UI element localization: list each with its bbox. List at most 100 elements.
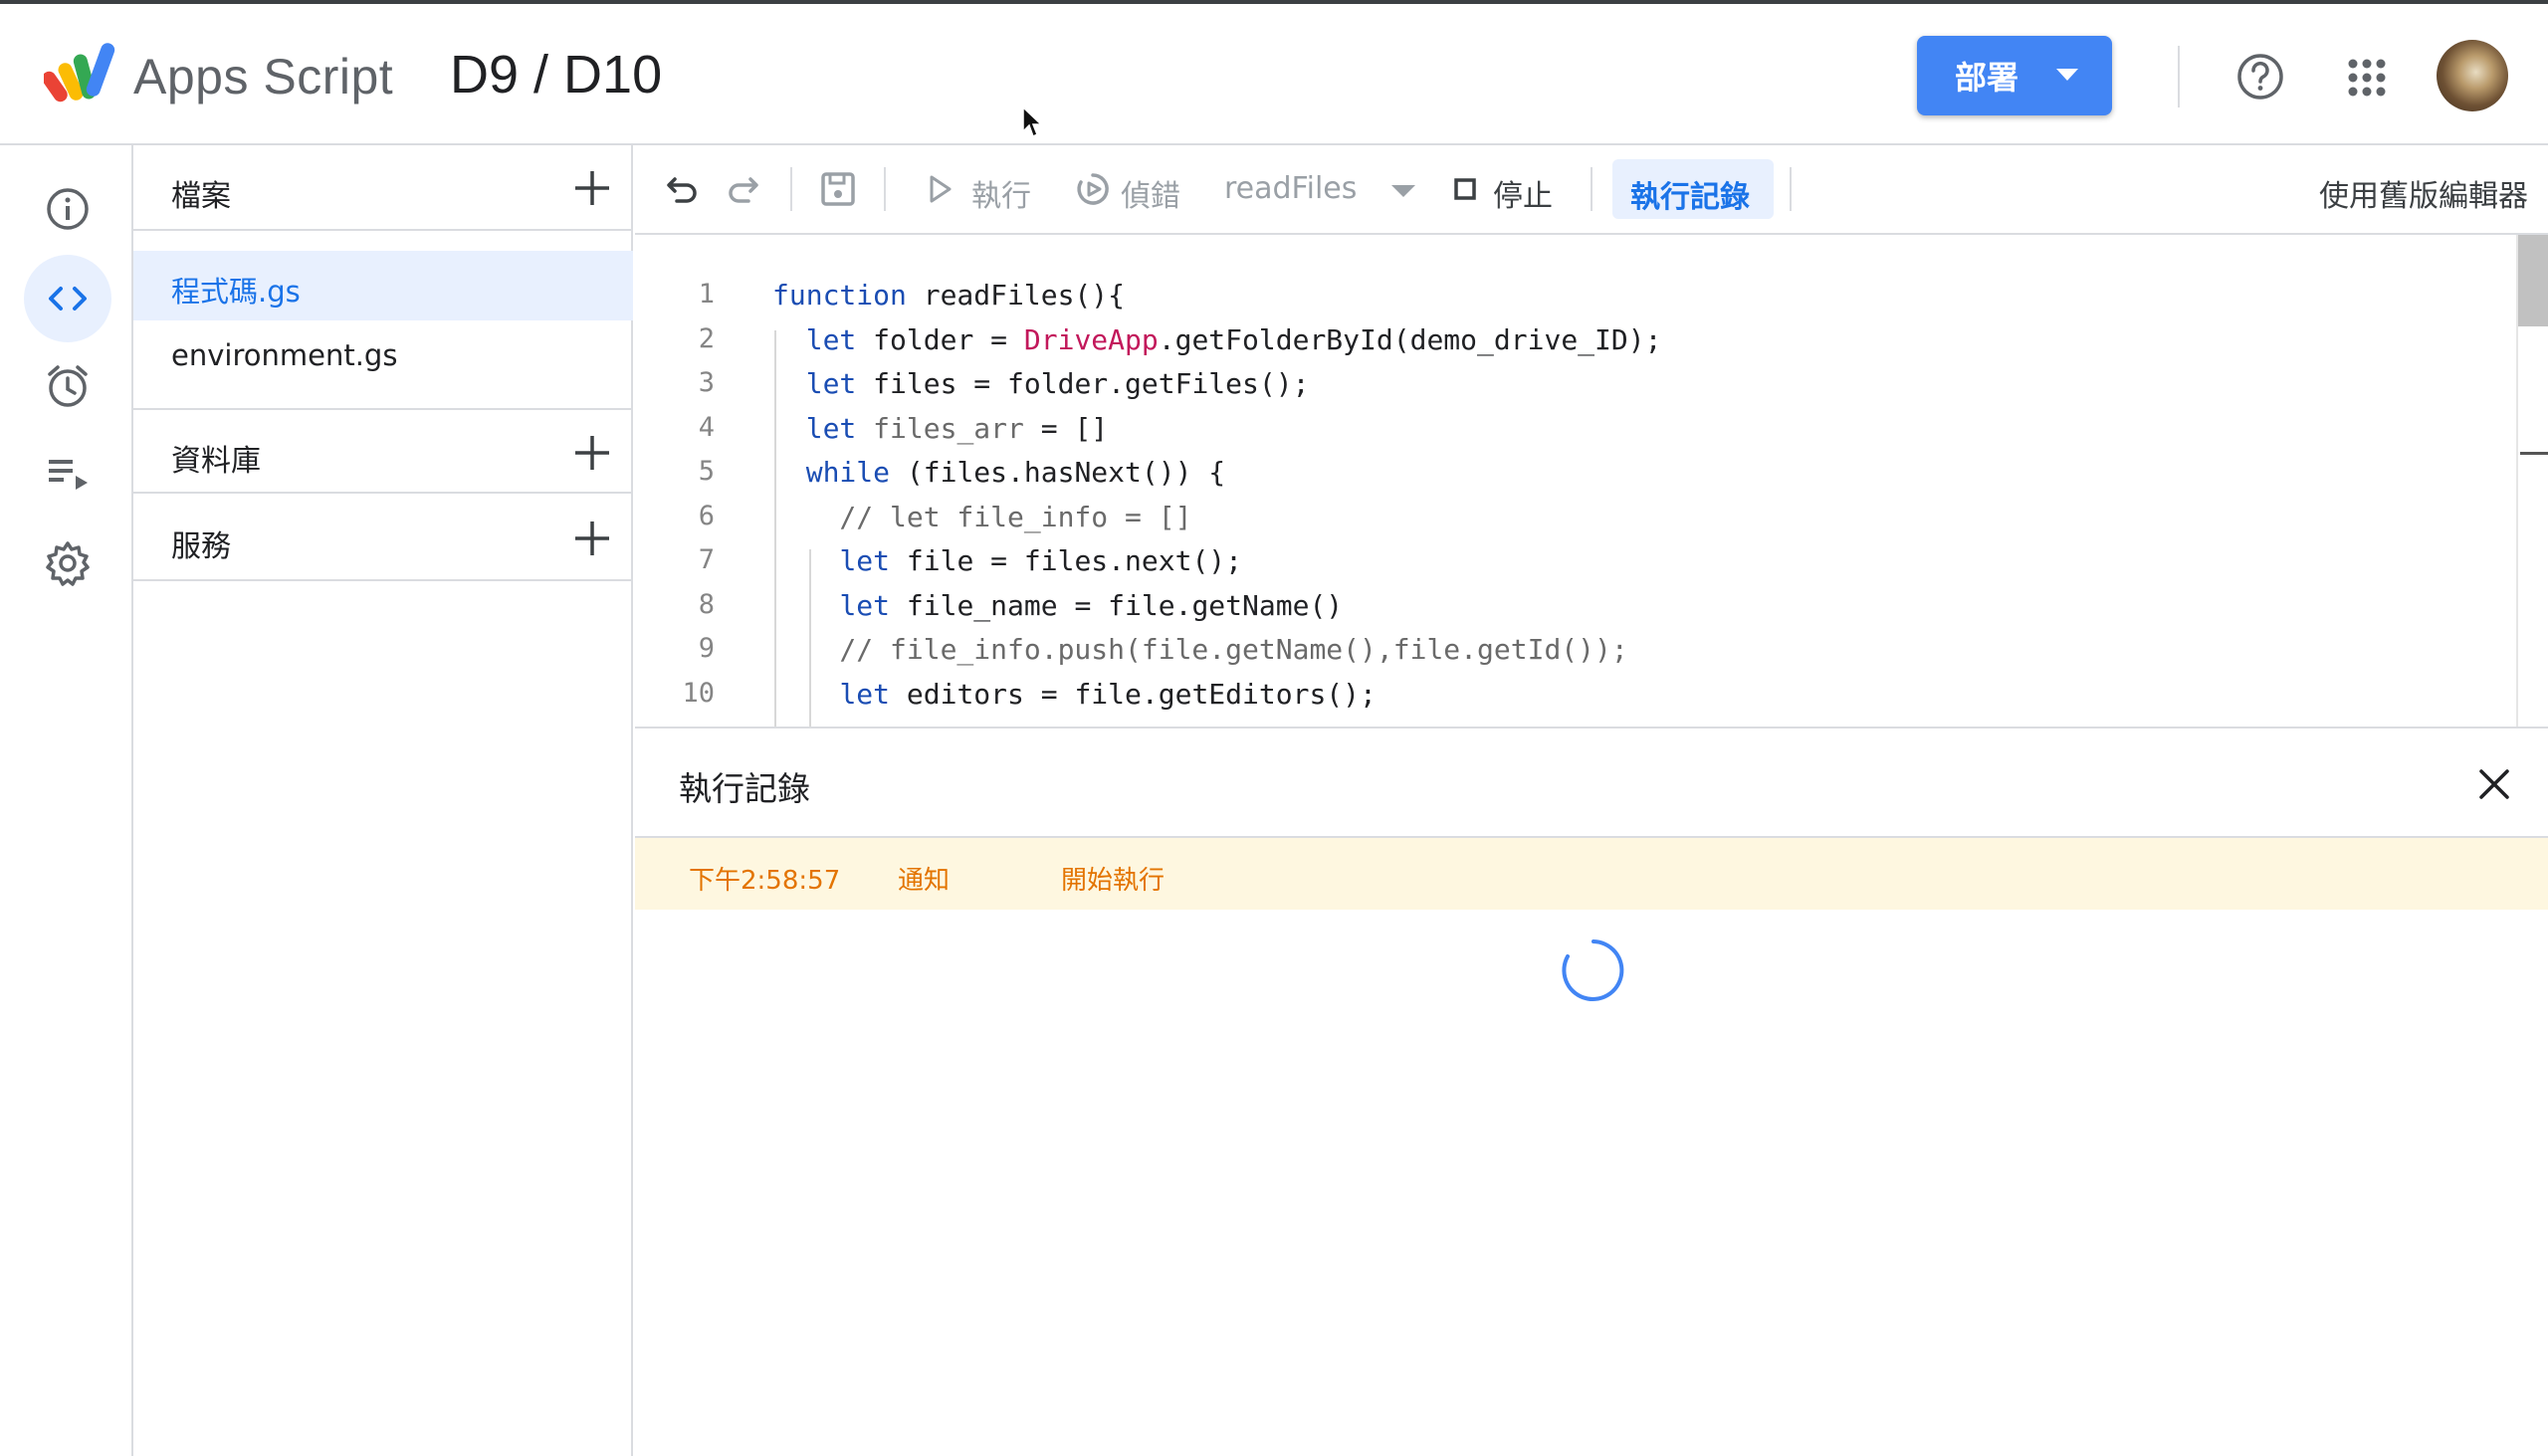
stop-button[interactable]: 停止: [1493, 171, 1553, 215]
code-token: DriveApp: [1023, 322, 1159, 356]
code-token: file = files.next();: [890, 544, 1243, 577]
code-line[interactable]: 6 // let file_info = []: [635, 495, 2516, 538]
log-entry-row: 下午2:58:57 通知 開始執行: [635, 838, 2548, 910]
redo-icon[interactable]: [723, 169, 762, 209]
code-line[interactable]: 5 while (files.hasNext()) {: [635, 450, 2516, 494]
code-text: let files_arr = []: [772, 412, 1108, 445]
toolbar-divider: [1790, 167, 1792, 211]
services-section-header: 服務: [133, 496, 633, 581]
code-token: let: [805, 367, 857, 400]
toolbar-divider: [790, 167, 792, 211]
editor-scrollbar-thumb[interactable]: [2518, 235, 2548, 326]
info-icon: [47, 188, 89, 230]
execution-log-toggle[interactable]: 執行記錄: [1612, 159, 1774, 219]
help-circle-icon[interactable]: [2235, 52, 2285, 102]
code-line[interactable]: 3 let files = folder.getFiles();: [635, 361, 2516, 405]
code-line[interactable]: 4 let files_arr = []: [635, 406, 2516, 450]
rail-settings[interactable]: [24, 520, 111, 607]
indent-guide: [774, 330, 776, 727]
execution-log-title: 執行記錄: [679, 769, 810, 808]
debug-icon[interactable]: [1073, 169, 1113, 209]
code-line[interactable]: 1 function readFiles(){: [635, 273, 2516, 316]
file-item-code-gs[interactable]: 程式碼.gs: [133, 251, 633, 320]
scrollbar-cursor-marker: [2520, 452, 2548, 455]
code-token: file_name = file.getName(): [890, 588, 1344, 622]
deploy-label: 部署: [1955, 59, 2019, 97]
code-line[interactable]: 9 // file_info.push(file.getName(),file.…: [635, 627, 2516, 671]
toolbar-divider: [1591, 167, 1592, 211]
close-icon[interactable]: [2474, 764, 2514, 804]
files-panel: 檔案 程式碼.gs environment.gs 資料庫 服務: [133, 145, 633, 1456]
code-token: let: [839, 588, 891, 622]
gear-icon: [46, 541, 90, 586]
alarm-clock-icon: [48, 365, 88, 407]
stop-icon[interactable]: [1451, 169, 1481, 209]
code-text: while (files.hasNext()) {: [772, 456, 1225, 489]
app-name: Apps Script: [133, 49, 394, 104]
code-token: .getFolderById(demo_drive_ID);: [1158, 322, 1662, 356]
line-number: 9: [698, 633, 715, 664]
account-avatar[interactable]: [2437, 40, 2508, 111]
file-item-environment-gs[interactable]: environment.gs: [133, 320, 633, 390]
left-nav-rail: [0, 145, 133, 1456]
rail-overview[interactable]: [24, 165, 111, 253]
line-number: 1: [698, 279, 715, 310]
code-token: readFiles(){: [906, 279, 1126, 312]
add-file-plus-icon[interactable]: [571, 167, 613, 209]
header-divider: [2178, 46, 2180, 107]
line-number: 7: [698, 544, 715, 575]
chevron-down-icon[interactable]: [2056, 69, 2078, 81]
add-library-plus-icon[interactable]: [571, 432, 613, 474]
rail-executions[interactable]: [24, 430, 111, 518]
code-icon: [49, 287, 87, 311]
file-name: environment.gs: [171, 338, 398, 372]
log-entry-level: 通知: [898, 866, 951, 896]
save-icon[interactable]: [818, 169, 858, 209]
rail-triggers[interactable]: [24, 342, 111, 430]
code-text: let editors = file.getEditors();: [772, 678, 1376, 711]
execution-log-toggle-label: 執行記錄: [1630, 180, 1750, 215]
play-icon[interactable]: [926, 169, 956, 209]
use-legacy-editor-button[interactable]: 使用舊版編輯器: [2319, 171, 2528, 215]
function-select[interactable]: readFiles: [1224, 171, 1357, 206]
rail-editor[interactable]: [24, 255, 111, 342]
deploy-button[interactable]: 部署: [1917, 36, 2112, 115]
files-section-title: 檔案: [171, 179, 231, 214]
code-line[interactable]: 10 let editors = file.getEditors();: [635, 672, 2516, 716]
run-button[interactable]: 執行: [971, 171, 1031, 215]
project-title[interactable]: D9 / D10: [450, 44, 662, 105]
code-token: while: [805, 456, 891, 489]
log-entry-message: 開始執行: [1061, 866, 1166, 896]
line-number: 5: [698, 456, 715, 487]
code-text: let files = folder.getFiles();: [772, 367, 1310, 400]
code-token: = []: [1023, 411, 1109, 445]
code-token: files = folder.getFiles();: [856, 367, 1310, 400]
code-token: files_arr: [856, 411, 1024, 445]
app-header: Apps Script D9 / D10 部署: [0, 4, 2548, 145]
apps-script-logo-icon: [44, 43, 115, 103]
line-number: 3: [698, 367, 715, 398]
code-line[interactable]: 8 let file_name = file.getName(): [635, 583, 2516, 627]
chevron-down-icon[interactable]: [1391, 185, 1415, 197]
code-editor[interactable]: 1 function readFiles(){2 let folder = Dri…: [635, 235, 2548, 727]
playlist-play-icon: [49, 460, 88, 490]
code-line[interactable]: 7 let file = files.next();: [635, 538, 2516, 582]
file-name: 程式碼.gs: [171, 275, 301, 309]
add-service-plus-icon[interactable]: [571, 518, 613, 559]
indent-guide: [809, 549, 811, 727]
google-apps-grid-icon[interactable]: [2347, 58, 2387, 98]
execution-log-panel: 執行記錄 下午2:58:57 通知 開始執行: [635, 727, 2548, 1456]
mouse-cursor-icon: [1022, 105, 1043, 138]
undo-icon[interactable]: [663, 169, 703, 209]
line-number: 4: [698, 411, 715, 443]
code-token: folder =: [856, 322, 1024, 356]
debug-button[interactable]: 偵錯: [1121, 171, 1180, 215]
code-token: // let file_info = []: [772, 500, 1192, 533]
libraries-section-title: 資料庫: [171, 444, 261, 479]
code-line[interactable]: 2 let folder = DriveApp.getFolderById(de…: [635, 317, 2516, 361]
